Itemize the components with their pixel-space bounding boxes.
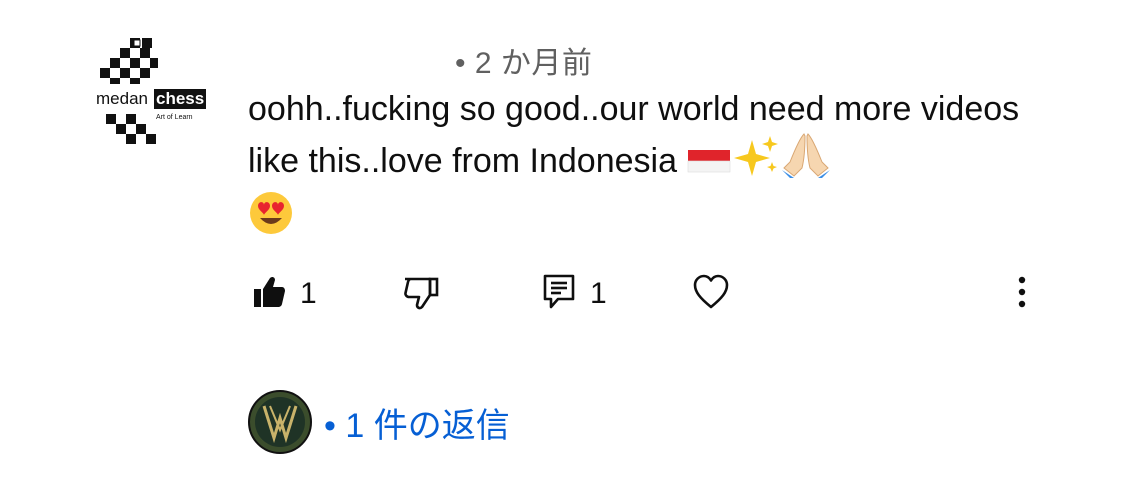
heart-outline-icon (692, 274, 730, 315)
like-button[interactable]: 1 (252, 270, 317, 318)
logo-text-medan: medan (96, 89, 148, 108)
thumbs-down-icon (402, 273, 440, 316)
comment-timestamp: • 2 か月前 (455, 47, 593, 80)
comment-icon (542, 273, 576, 316)
view-replies-button[interactable]: • 1 件の返信 (248, 390, 510, 454)
reply-count: 1 (590, 277, 607, 310)
sparkles-icon (732, 134, 780, 190)
folded-hands-icon (780, 132, 832, 190)
thumbs-up-icon (252, 275, 286, 314)
comment-text: oohh..fucking so good..our world need mo… (248, 90, 1020, 180)
replier-avatar (248, 390, 312, 454)
reply-button[interactable]: 1 (542, 270, 607, 318)
indonesia-flag-icon (686, 144, 732, 190)
dislike-button[interactable] (402, 270, 440, 318)
heart-button[interactable] (692, 270, 730, 318)
logo-text-chess: chess (156, 89, 205, 108)
comment-body: oohh..fucking so good..our world need mo… (248, 86, 1048, 248)
like-count: 1 (300, 277, 317, 310)
author-avatar[interactable]: medan chess Art of Learn (92, 34, 208, 150)
more-vert-icon (1014, 274, 1030, 315)
heart-eyes-face-icon (248, 190, 294, 248)
more-options-button[interactable] (1014, 270, 1030, 318)
replies-label: • 1 件の返信 (324, 406, 510, 445)
comment-actions: 1 1 (0, 270, 1125, 318)
logo-tagline: Art of Learn (156, 114, 193, 121)
comment-thread: medan chess Art of Learn • 2 か月前 oohh..f… (0, 0, 1125, 481)
